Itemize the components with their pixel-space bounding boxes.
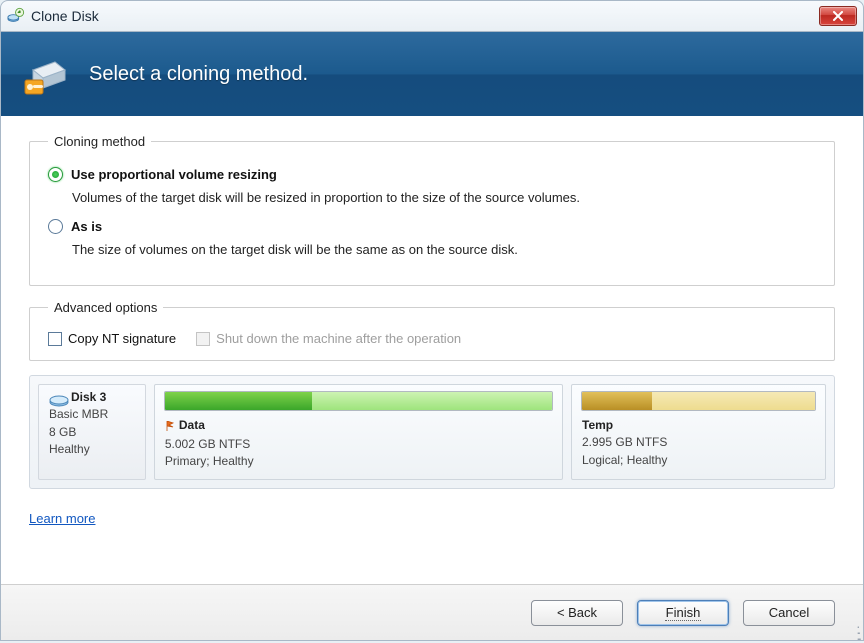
app-icon — [7, 7, 25, 25]
back-button[interactable]: < Back — [531, 600, 623, 626]
cloning-method-legend: Cloning method — [48, 134, 151, 149]
partition-size: 5.002 GB NTFS — [165, 436, 552, 453]
radio-asis[interactable]: As is — [48, 219, 816, 234]
titlebar: Clone Disk — [0, 0, 864, 32]
radio-asis-desc: The size of volumes on the target disk w… — [72, 242, 816, 257]
finish-button-label: Finish — [665, 605, 702, 621]
checkbox-copy-nt[interactable]: Copy NT signature — [48, 331, 176, 346]
resize-grip-icon[interactable]: ...... — [856, 620, 859, 638]
partition-name-row: Data — [165, 417, 205, 434]
checkbox-shutdown-label: Shut down the machine after the operatio… — [216, 331, 461, 346]
disk-name: Disk 3 — [71, 389, 135, 406]
partition-size: 2.995 GB NTFS — [582, 434, 815, 451]
wizard-header: Select a cloning method. — [0, 32, 864, 116]
advanced-options-group: Advanced options Copy NT signature Shut … — [29, 300, 835, 361]
radio-asis-label: As is — [71, 219, 102, 234]
disk-status: Healthy — [49, 441, 135, 458]
disk-layout-panel: Disk 3 Basic MBR 8 GB Healthy Data 5.002… — [29, 375, 835, 489]
back-button-label: < Back — [557, 605, 597, 620]
partition-status: Primary; Healthy — [165, 453, 552, 470]
partition-status: Logical; Healthy — [582, 452, 815, 469]
finish-button[interactable]: Finish — [637, 600, 729, 626]
cloning-method-group: Cloning method Use proportional volume r… — [29, 134, 835, 286]
partition-usage-bar — [581, 391, 816, 411]
partition-usage-bar — [164, 391, 553, 411]
wizard-icon — [23, 50, 71, 98]
disk-info: Disk 3 Basic MBR 8 GB Healthy — [38, 384, 146, 480]
learn-more-link[interactable]: Learn more — [29, 511, 95, 526]
content-area: Cloning method Use proportional volume r… — [0, 116, 864, 641]
disk-scheme: Basic MBR — [49, 406, 135, 423]
disk-size: 8 GB — [49, 424, 135, 441]
radio-icon — [48, 167, 63, 182]
radio-proportional-label: Use proportional volume resizing — [71, 167, 277, 182]
checkbox-icon — [48, 332, 62, 346]
partition-data[interactable]: Data 5.002 GB NTFS Primary; Healthy — [154, 384, 563, 480]
close-icon — [832, 11, 844, 21]
partition-temp[interactable]: Temp 2.995 GB NTFS Logical; Healthy — [571, 384, 826, 480]
wizard-footer: < Back Finish Cancel ...... — [1, 584, 863, 640]
checkbox-copy-nt-label: Copy NT signature — [68, 331, 176, 346]
window-title: Clone Disk — [31, 8, 99, 24]
wizard-title: Select a cloning method. — [89, 63, 308, 86]
partition-name: Data — [179, 417, 205, 434]
close-button[interactable] — [819, 6, 857, 26]
disk-icon — [49, 393, 69, 407]
checkbox-icon — [196, 332, 210, 346]
flag-icon — [165, 421, 175, 431]
radio-proportional-desc: Volumes of the target disk will be resiz… — [72, 190, 816, 205]
cancel-button-label: Cancel — [769, 605, 809, 620]
partition-name: Temp — [582, 417, 613, 434]
radio-proportional[interactable]: Use proportional volume resizing — [48, 167, 816, 182]
radio-icon — [48, 219, 63, 234]
advanced-options-legend: Advanced options — [48, 300, 163, 315]
cancel-button[interactable]: Cancel — [743, 600, 835, 626]
checkbox-shutdown: Shut down the machine after the operatio… — [196, 331, 461, 346]
